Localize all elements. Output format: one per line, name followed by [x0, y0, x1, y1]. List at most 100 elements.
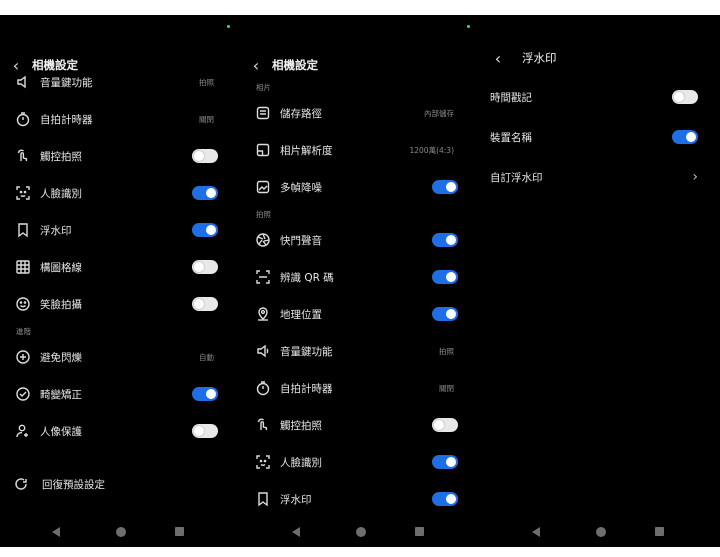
setting-label: 辨識 QR 碼: [280, 271, 334, 284]
setting-label: 觸控拍照: [40, 150, 82, 163]
setting-volume-key[interactable]: 音量鍵功能 拍照: [240, 340, 470, 362]
setting-distortion-correction[interactable]: 畸變矯正: [0, 383, 230, 405]
system-nav-bar: [240, 525, 480, 539]
toggle-switch[interactable]: [432, 270, 458, 284]
nav-recents-icon[interactable]: [655, 527, 664, 536]
toggle-switch[interactable]: [672, 90, 698, 104]
setting-label: 相片解析度: [280, 144, 333, 157]
nav-home-icon[interactable]: [596, 527, 606, 537]
toggle-switch[interactable]: [672, 130, 698, 144]
toggle-switch[interactable]: [432, 180, 458, 194]
setting-multiframe-denoise[interactable]: 多幀降噪: [240, 176, 470, 198]
setting-label: 浮水印: [40, 224, 72, 237]
setting-self-timer[interactable]: 自拍計時器 關閉: [0, 108, 230, 130]
volume-key-icon: [14, 73, 32, 91]
nav-recents-icon[interactable]: [175, 527, 184, 536]
nav-recents-icon[interactable]: [415, 527, 424, 536]
back-icon[interactable]: ‹: [488, 49, 508, 68]
volume-key-icon: [254, 342, 272, 360]
toggle-switch[interactable]: [432, 307, 458, 321]
toggle-switch[interactable]: [192, 260, 218, 274]
setting-storage-path[interactable]: 儲存路徑 內部儲存: [240, 102, 470, 124]
setting-portrait-protection[interactable]: 人像保護: [0, 420, 230, 442]
toggle-switch[interactable]: [192, 387, 218, 401]
nav-back-icon[interactable]: [532, 527, 540, 537]
timer-icon: [14, 110, 32, 128]
setting-label: 多幀降噪: [280, 181, 322, 194]
watermark-icon: [254, 490, 272, 508]
page-title: 相機設定: [272, 58, 318, 72]
nav-home-icon[interactable]: [116, 527, 126, 537]
setting-label: 避免閃爍: [40, 351, 82, 364]
setting-label: 儲存路徑: [280, 107, 322, 120]
nav-back-icon[interactable]: [52, 527, 60, 537]
setting-smile-capture[interactable]: 笑臉拍攝: [0, 293, 230, 315]
section-header-photo: 相片: [256, 83, 271, 92]
nav-back-icon[interactable]: [292, 527, 300, 537]
shutter-icon: [254, 231, 272, 249]
setting-label: 畸變矯正: [40, 388, 82, 401]
chevron-right-icon: ›: [692, 169, 698, 185]
setting-label: 人臉識別: [280, 456, 322, 469]
setting-value: 拍照: [439, 346, 454, 356]
setting-volume-key[interactable]: 音量鍵功能 拍照: [0, 71, 230, 93]
toggle-switch[interactable]: [432, 455, 458, 469]
toggle-switch[interactable]: [432, 492, 458, 506]
setting-grid-lines[interactable]: 構圖格線: [0, 256, 230, 278]
setting-label: 自拍計時器: [280, 382, 333, 395]
setting-label: 觸控拍照: [280, 419, 322, 432]
qr-icon: [254, 268, 272, 286]
toggle-switch[interactable]: [432, 233, 458, 247]
setting-self-timer[interactable]: 自拍計時器 關閉: [240, 377, 470, 399]
nav-home-icon[interactable]: [356, 527, 366, 537]
screen-camera-settings-advanced: ‹ 相機設定 音量鍵功能 拍照 自拍計時器 關閉 觸控拍照 人臉識別 浮水印 構…: [0, 15, 240, 547]
setting-qr-scan[interactable]: 辨識 QR 碼: [240, 266, 470, 288]
location-icon: [254, 305, 272, 323]
setting-watermark[interactable]: 浮水印: [0, 219, 230, 241]
setting-label: 音量鍵功能: [280, 345, 333, 358]
setting-label: 浮水印: [280, 493, 312, 506]
back-icon[interactable]: ‹: [246, 56, 266, 75]
section-header-advanced: 進階: [16, 327, 31, 336]
setting-location[interactable]: 地理位置: [240, 303, 470, 325]
reset-defaults[interactable]: 回復預設設定: [0, 473, 230, 495]
page-title: 浮水印: [522, 51, 557, 65]
setting-face-recognition[interactable]: 人臉識別: [0, 182, 230, 204]
toggle-switch[interactable]: [192, 424, 218, 438]
screen-camera-settings: ‹ 相機設定 相片 儲存路徑 內部儲存 相片解析度 1200萬(4:3) 多幀降…: [240, 15, 480, 547]
setting-touch-capture[interactable]: 觸控拍照: [240, 414, 470, 436]
system-nav-bar: [480, 525, 720, 539]
setting-label: 笑臉拍攝: [40, 298, 82, 311]
header: ‹ 浮水印: [480, 48, 557, 68]
setting-label: 時間戳記: [490, 91, 532, 104]
distortion-icon: [14, 385, 32, 403]
setting-photo-resolution[interactable]: 相片解析度 1200萬(4:3): [240, 139, 470, 161]
reset-label: 回復預設設定: [42, 478, 105, 491]
setting-anti-flicker[interactable]: 避免閃爍 自動: [0, 346, 230, 368]
setting-label: 音量鍵功能: [40, 76, 93, 89]
setting-value: 內部儲存: [424, 108, 454, 118]
setting-label: 人臉識別: [40, 187, 82, 200]
status-indicator: [227, 25, 230, 28]
setting-watermark[interactable]: 浮水印: [240, 488, 470, 510]
setting-value: 1200萬(4:3): [409, 145, 454, 155]
toggle-switch[interactable]: [192, 186, 218, 200]
denoise-icon: [254, 178, 272, 196]
setting-value: 拍照: [199, 77, 214, 87]
setting-timestamp[interactable]: 時間戳記: [480, 86, 710, 108]
setting-device-name[interactable]: 裝置名稱: [480, 126, 710, 148]
toggle-switch[interactable]: [192, 149, 218, 163]
section-header-shooting: 拍照: [256, 210, 271, 219]
setting-custom-watermark[interactable]: 自訂浮水印 ›: [480, 166, 710, 188]
setting-shutter-sound[interactable]: 快門聲音: [240, 229, 470, 251]
setting-value: 自動: [199, 352, 214, 362]
setting-face-recognition[interactable]: 人臉識別: [240, 451, 470, 473]
storage-icon: [254, 104, 272, 122]
toggle-switch[interactable]: [192, 297, 218, 311]
face-icon: [14, 184, 32, 202]
setting-touch-capture[interactable]: 觸控拍照: [0, 145, 230, 167]
toggle-switch[interactable]: [192, 223, 218, 237]
toggle-switch[interactable]: [432, 418, 458, 432]
timer-icon: [254, 379, 272, 397]
setting-label: 快門聲音: [280, 234, 322, 247]
